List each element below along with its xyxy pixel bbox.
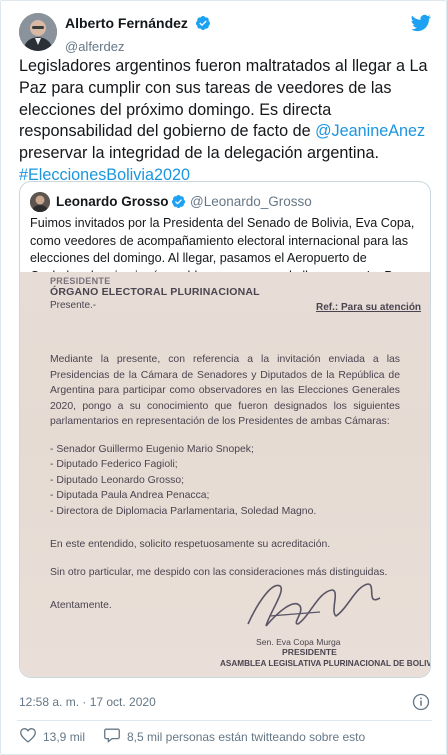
tweeting-about-this-text: 8,5 mil personas están twitteando sobre … [127,729,366,744]
signature-scribble [247,583,381,627]
quoted-tweet[interactable]: Leonardo Grosso @Leonardo_Grosso Fuimos … [19,181,431,678]
author-handle[interactable]: @alferdez [65,39,211,54]
like-button[interactable]: 13,9 mil [19,727,85,746]
doc-paragraph: Mediante la presente, con referencia a l… [50,354,400,427]
author-avatar[interactable] [19,13,57,51]
divider [17,720,432,721]
doc-organization: ÓRGANO ELECTORAL PLURINACIONAL [50,286,260,298]
doc-list-item: - Senador Guillermo Eugenio Mario Snopek… [50,443,254,455]
tweet-timestamp[interactable]: 12:58 a. m. · 17 oct. 2020 [19,695,156,709]
tweet-actions: 13,9 mil 8,5 mil personas están twittean… [19,727,439,749]
doc-list-item: - Diputado Federico Fagioli; [50,459,178,470]
quoted-tweet-image[interactable]: PRESIDENTE ÓRGANO ELECTORAL PLURINACIONA… [20,272,430,677]
doc-signer-organization: ASAMBLEA LEGISLATIVA PLURINACIONAL DE BO… [220,659,430,668]
doc-list-item: - Diputado Leonardo Grosso; [50,474,185,486]
doc-presente: Presente.- [50,300,97,311]
mention-link[interactable]: @JeanineAnez [315,122,425,140]
author-name[interactable]: Alberto Fernández [65,15,188,31]
doc-list-item: - Diputada Paula Andrea Penacca; [50,490,210,501]
like-count: 13,9 mil [43,729,86,744]
verified-icon [195,15,211,36]
doc-list: - Senador Guillermo Eugenio Mario Snopek… [50,442,400,520]
quoted-author-avatar [30,192,50,212]
doc-list-item: - Directora de Diplomacia Parlamentaria,… [50,505,317,517]
info-icon[interactable] [412,693,430,716]
tweeting-about-this-link[interactable]: 8,5 mil personas están twitteando sobre … [103,727,365,746]
speech-bubble-icon [103,727,121,746]
tweet-text: Legisladores argentinos fueron maltratad… [19,56,439,187]
doc-recipient: PRESIDENTE [50,276,111,286]
heart-icon [19,727,37,746]
verified-icon [171,194,186,214]
author-block[interactable]: Alberto Fernández @alferdez [65,15,211,54]
tweet-text-part2: preservar la integridad de la delegación… [19,144,379,163]
doc-signer-name: Sen. Eva Copa Murga [256,637,341,647]
doc-signer-title: PRESIDENTE [282,647,337,657]
doc-closing-1: En este entendido, solicito respetuosame… [50,539,331,550]
quoted-author-name: Leonardo Grosso [56,194,169,209]
quoted-tweet-header: Leonardo Grosso @Leonardo_Grosso [30,192,420,212]
tweet-card: Alberto Fernández @alferdez Legisladores… [0,0,447,755]
quoted-author-handle: @Leonardo_Grosso [190,194,312,209]
twitter-bird-icon[interactable] [410,13,432,38]
doc-reference: Ref.: Para su atención [316,302,422,313]
tweet-header: Alberto Fernández @alferdez [19,13,432,54]
